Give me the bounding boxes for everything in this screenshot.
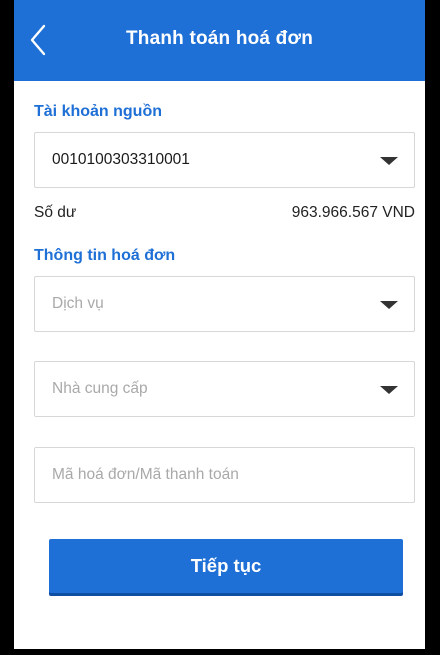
provider-placeholder: Nhà cung cấp: [52, 380, 148, 397]
page-title: Thanh toán hoá đơn: [125, 28, 314, 49]
app-screen: Thanh toán hoá đơn Tài khoản nguồn 00101…: [14, 0, 425, 649]
balance-row: Số dư 963.966.567 VND: [34, 204, 415, 224]
service-placeholder: Dịch vụ: [52, 295, 104, 312]
source-account-section-label: Tài khoản nguồn: [34, 103, 162, 120]
balance-value: 963.966.567 VND: [291, 204, 415, 221]
app-header: Thanh toán hoá đơn: [14, 0, 425, 81]
dropdown-arrow-icon: [380, 157, 398, 165]
bill-code-input[interactable]: Mã hoá đơn/Mã thanh toán: [34, 447, 415, 503]
bill-info-section-label: Thông tin hoá đơn: [34, 247, 176, 264]
balance-label: Số dư: [34, 204, 77, 221]
bill-code-placeholder: Mã hoá đơn/Mã thanh toán: [52, 466, 239, 483]
dropdown-arrow-icon: [380, 301, 398, 309]
source-account-select[interactable]: 0010100303310001: [34, 132, 415, 188]
source-account-value: 0010100303310001: [52, 151, 190, 168]
dropdown-arrow-icon: [380, 386, 398, 394]
continue-button[interactable]: Tiếp tục: [49, 539, 403, 593]
service-select[interactable]: Dịch vụ: [34, 276, 415, 332]
provider-select[interactable]: Nhà cung cấp: [34, 361, 415, 417]
